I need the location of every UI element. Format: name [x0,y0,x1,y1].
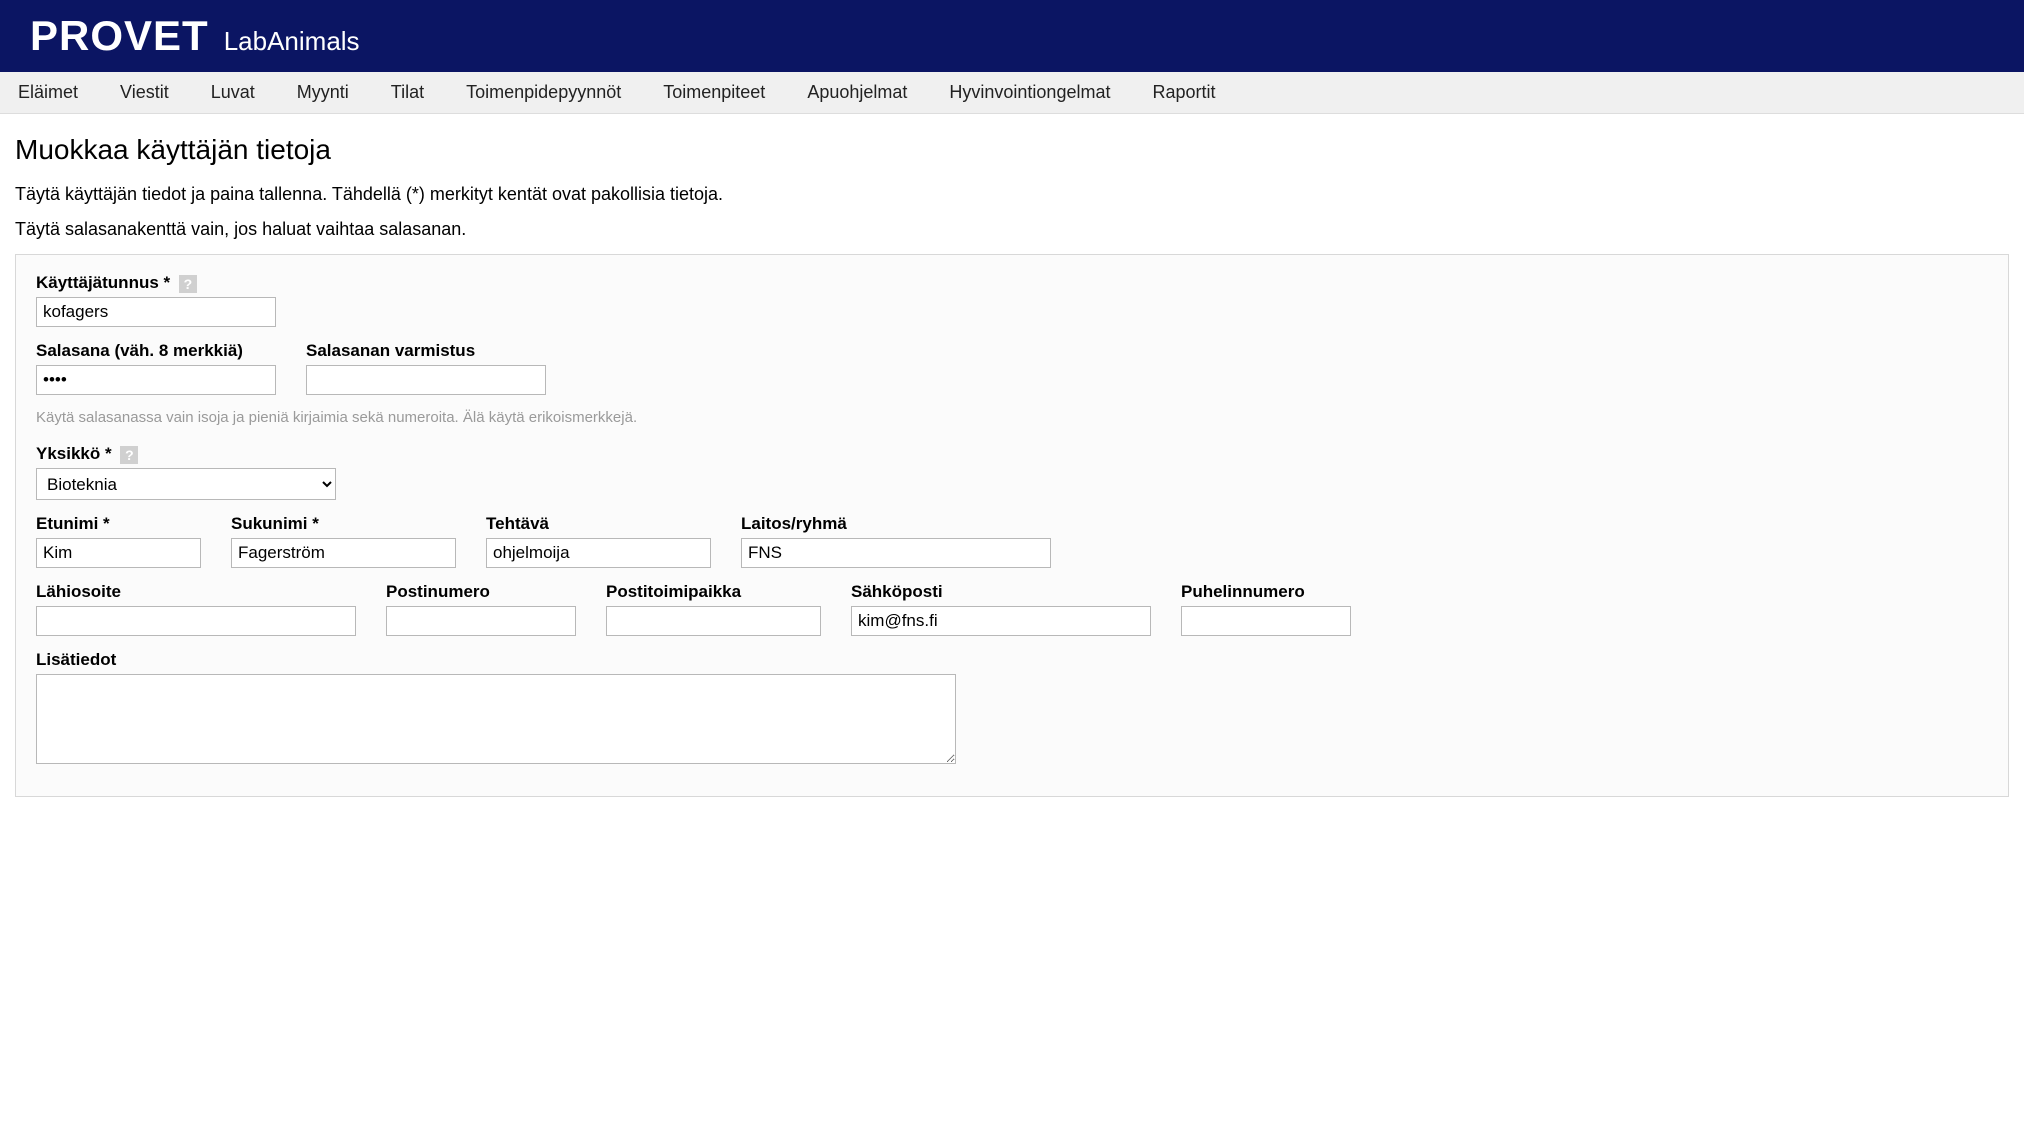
unit-label: Yksikkö * ? [36,444,336,464]
postalcode-field[interactable] [386,606,576,636]
nav-toimenpiteet[interactable]: Toimenpiteet [663,82,765,103]
address-label: Lähiosoite [36,582,356,602]
instruction-1: Täytä käyttäjän tiedot ja paina tallenna… [15,184,2009,205]
notes-label: Lisätiedot [36,650,956,670]
notes-field[interactable] [36,674,956,764]
nav-elaimet[interactable]: Eläimet [18,82,78,103]
brand-sub: LabAnimals [224,26,360,57]
password-confirm-label: Salasanan varmistus [306,341,546,361]
help-icon[interactable]: ? [179,275,197,293]
nav-luvat[interactable]: Luvat [211,82,255,103]
email-field[interactable] [851,606,1151,636]
role-label: Tehtävä [486,514,711,534]
nav-hyvinvointiongelmat[interactable]: Hyvinvointiongelmat [949,82,1110,103]
nav-raportit[interactable]: Raportit [1152,82,1215,103]
username-field[interactable] [36,297,276,327]
password-hint: Käytä salasanassa vain isoja ja pieniä k… [36,409,1988,426]
lastname-field[interactable] [231,538,456,568]
nav-viestit[interactable]: Viestit [120,82,169,103]
app-header: PROVET LabAnimals [0,0,2024,72]
page-title: Muokkaa käyttäjän tietoja [15,134,2009,166]
lastname-label: Sukunimi * [231,514,456,534]
brand-name: PROVET [30,12,209,60]
main-nav: Eläimet Viestit Luvat Myynti Tilat Toime… [0,72,2024,114]
instruction-2: Täytä salasanakenttä vain, jos haluat va… [15,219,2009,240]
firstname-field[interactable] [36,538,201,568]
city-field[interactable] [606,606,821,636]
firstname-label: Etunimi * [36,514,201,534]
phone-field[interactable] [1181,606,1351,636]
postalcode-label: Postinumero [386,582,576,602]
city-label: Postitoimipaikka [606,582,821,602]
role-field[interactable] [486,538,711,568]
department-label: Laitos/ryhmä [741,514,1051,534]
email-label: Sähköposti [851,582,1151,602]
username-label: Käyttäjätunnus * ? [36,273,276,293]
password-field[interactable] [36,365,276,395]
user-form: Käyttäjätunnus * ? Salasana (väh. 8 merk… [15,254,2009,797]
nav-apuohjelmat[interactable]: Apuohjelmat [807,82,907,103]
address-field[interactable] [36,606,356,636]
nav-myynti[interactable]: Myynti [297,82,349,103]
nav-tilat[interactable]: Tilat [391,82,424,103]
password-confirm-field[interactable] [306,365,546,395]
unit-select[interactable]: Bioteknia [36,468,336,500]
phone-label: Puhelinnumero [1181,582,1351,602]
department-field[interactable] [741,538,1051,568]
help-icon[interactable]: ? [120,446,138,464]
password-label: Salasana (väh. 8 merkkiä) [36,341,276,361]
page-content: Muokkaa käyttäjän tietoja Täytä käyttäjä… [0,114,2024,817]
nav-toimenpidepyynnot[interactable]: Toimenpidepyynnöt [466,82,621,103]
